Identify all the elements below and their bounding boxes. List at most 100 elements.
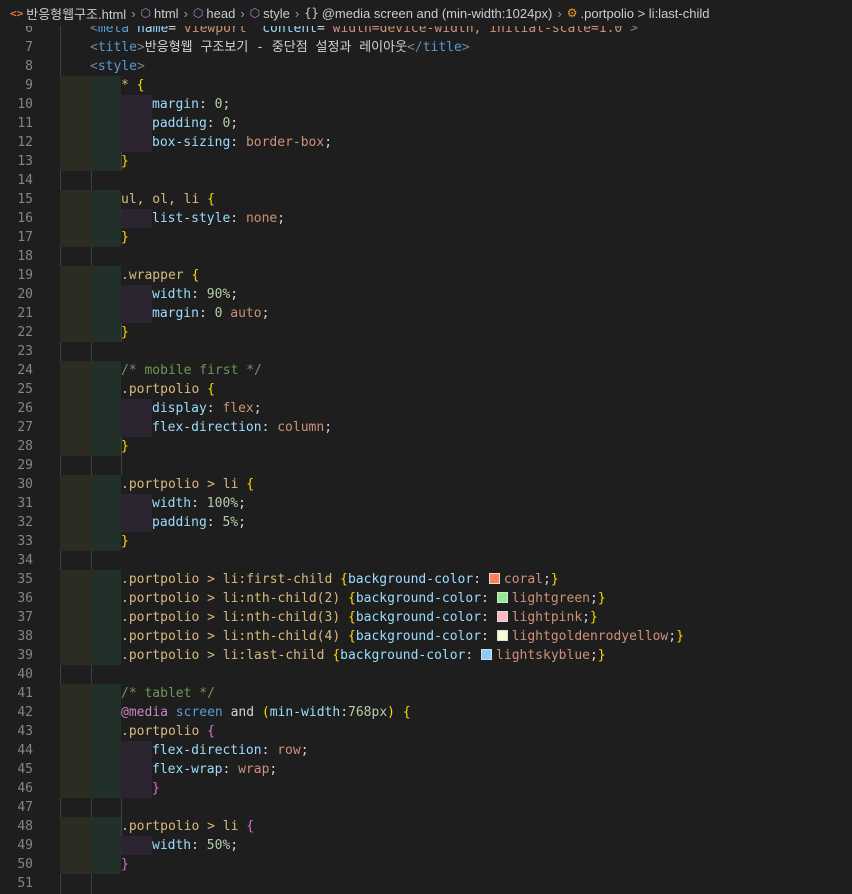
code-line[interactable]: 12 box-sizing: border-box;: [0, 133, 852, 152]
indent-band: [91, 570, 121, 589]
code-line[interactable]: 39 .portpolio > li:last-child {background…: [0, 646, 852, 665]
code-line[interactable]: 21 margin: 0 auto;: [0, 304, 852, 323]
code-text: .wrapper {: [121, 268, 200, 283]
code-line[interactable]: 24 /* mobile first */: [0, 361, 852, 380]
code-line[interactable]: 34: [0, 551, 852, 570]
code-text: <title>반응형웹 구조보기 - 중단점 설정과 레이아웃</title>: [90, 40, 470, 55]
breadcrumb-file[interactable]: <> 반응형웹구조.html: [10, 4, 126, 23]
code-line[interactable]: 31 width: 100%;: [0, 494, 852, 513]
indent-band: [91, 228, 121, 247]
breadcrumb-media[interactable]: {} @media screen and (min-width:1024px): [304, 6, 552, 21]
indent-band: [91, 418, 121, 437]
code-line[interactable]: 22}: [0, 323, 852, 342]
code-line[interactable]: 29: [0, 456, 852, 475]
breadcrumb-head-label: head: [206, 5, 236, 21]
code-line[interactable]: 13}: [0, 152, 852, 171]
code-text: * {: [121, 78, 145, 93]
indent-band: [91, 475, 121, 494]
code-text: padding: 5%;: [152, 515, 246, 530]
code-editor[interactable]: 6 <meta name="viewport" content="width=de…: [0, 19, 852, 894]
code-text: margin: 0;: [152, 97, 231, 112]
code-line[interactable]: 25 .portpolio {: [0, 380, 852, 399]
code-line[interactable]: 20 width: 90%;: [0, 285, 852, 304]
line-number: 21: [17, 306, 33, 321]
code-line[interactable]: 38 .portpolio > li:nth-child(4) {backgrou…: [0, 627, 852, 646]
code-line[interactable]: 16 list-style: none;: [0, 209, 852, 228]
code-line[interactable]: 32 padding: 5%;: [0, 513, 852, 532]
indent-band: [91, 760, 121, 779]
code-line[interactable]: 44 flex-direction: row;: [0, 741, 852, 760]
indent-band: [91, 684, 121, 703]
line-number: 36: [17, 591, 33, 606]
code-line[interactable]: 11 padding: 0;: [0, 114, 852, 133]
indent-band: [60, 760, 91, 779]
code-line[interactable]: 40: [0, 665, 852, 684]
line-number: 7: [25, 40, 33, 55]
code-line[interactable]: 37 .portpolio > li:nth-child(3) {backgrou…: [0, 608, 852, 627]
line-number: 47: [17, 800, 33, 815]
indent-band: [91, 513, 121, 532]
code-text: @media screen and (min-width:768px) {: [121, 705, 411, 720]
code-line[interactable]: 43 .portpolio {: [0, 722, 852, 741]
code-line[interactable]: 33}: [0, 532, 852, 551]
code-line[interactable]: 14: [0, 171, 852, 190]
line-number: 20: [17, 287, 33, 302]
code-line[interactable]: 19 .wrapper {: [0, 266, 852, 285]
code-line[interactable]: 47: [0, 798, 852, 817]
code-line[interactable]: 48 .portpolio > li {: [0, 817, 852, 836]
indent-band: [91, 285, 121, 304]
line-number: 19: [17, 268, 33, 283]
code-line[interactable]: 18: [0, 247, 852, 266]
class-icon: ⚙: [566, 6, 578, 20]
breadcrumb-class[interactable]: ⚙ .portpolio > li:last-child: [567, 6, 710, 21]
line-number: 14: [17, 173, 33, 188]
code-text: width: 50%;: [152, 838, 239, 853]
breadcrumb-style[interactable]: ⬡ style: [250, 6, 290, 21]
code-line[interactable]: 28}: [0, 437, 852, 456]
code-line[interactable]: 15 ul, ol, li {: [0, 190, 852, 209]
code-line[interactable]: 41 /* tablet */: [0, 684, 852, 703]
color-swatch[interactable]: [488, 573, 500, 584]
color-swatch[interactable]: [481, 649, 493, 660]
indent-band: [91, 361, 121, 380]
code-line[interactable]: 8 <style>: [0, 57, 852, 76]
code-line[interactable]: 9 * {: [0, 76, 852, 95]
indent-band: [91, 646, 121, 665]
code-text: ul, ol, li {: [121, 192, 215, 207]
code-line[interactable]: 50}: [0, 855, 852, 874]
code-text: .portpolio > li:nth-child(3) {background…: [121, 610, 598, 625]
indent-band: [121, 209, 152, 228]
code-line[interactable]: 17}: [0, 228, 852, 247]
indent-band: [60, 437, 91, 456]
code-line[interactable]: 49 width: 50%;: [0, 836, 852, 855]
breadcrumb-head[interactable]: ⬡ head: [193, 6, 235, 21]
breadcrumb-html[interactable]: ⬡ html: [141, 6, 179, 21]
indent-band: [91, 627, 121, 646]
code-line[interactable]: 46}: [0, 779, 852, 798]
indent-band: [60, 817, 91, 836]
line-number: 39: [17, 648, 33, 663]
code-line[interactable]: 36 .portpolio > li:nth-child(2) {backgrou…: [0, 589, 852, 608]
indent-band: [121, 513, 152, 532]
color-swatch[interactable]: [496, 611, 508, 622]
code-line[interactable]: 10 margin: 0;: [0, 95, 852, 114]
indent-band: [121, 133, 152, 152]
breadcrumb-media-label: @media screen and (min-width:1024px): [321, 5, 553, 21]
line-number: 15: [17, 192, 33, 207]
indent-band: [60, 684, 91, 703]
code-line[interactable]: 27 flex-direction: column;: [0, 418, 852, 437]
breadcrumb-file-label: 반응형웹구조.html: [26, 6, 127, 22]
code-line[interactable]: 42 @media screen and (min-width:768px) {: [0, 703, 852, 722]
indent-band: [60, 361, 91, 380]
color-swatch[interactable]: [496, 592, 508, 603]
code-line[interactable]: 7 <title>반응형웹 구조보기 - 중단점 설정과 레이아웃</title>: [0, 38, 852, 57]
code-line[interactable]: 51: [0, 874, 852, 893]
line-number: 44: [17, 743, 33, 758]
color-swatch[interactable]: [496, 630, 508, 641]
code-line[interactable]: 45 flex-wrap: wrap;: [0, 760, 852, 779]
code-line[interactable]: 30 .portpolio > li {: [0, 475, 852, 494]
code-line[interactable]: 26 display: flex;: [0, 399, 852, 418]
code-line[interactable]: 23: [0, 342, 852, 361]
indent-band: [91, 114, 121, 133]
code-line[interactable]: 35 .portpolio > li:first-child {backgroun…: [0, 570, 852, 589]
